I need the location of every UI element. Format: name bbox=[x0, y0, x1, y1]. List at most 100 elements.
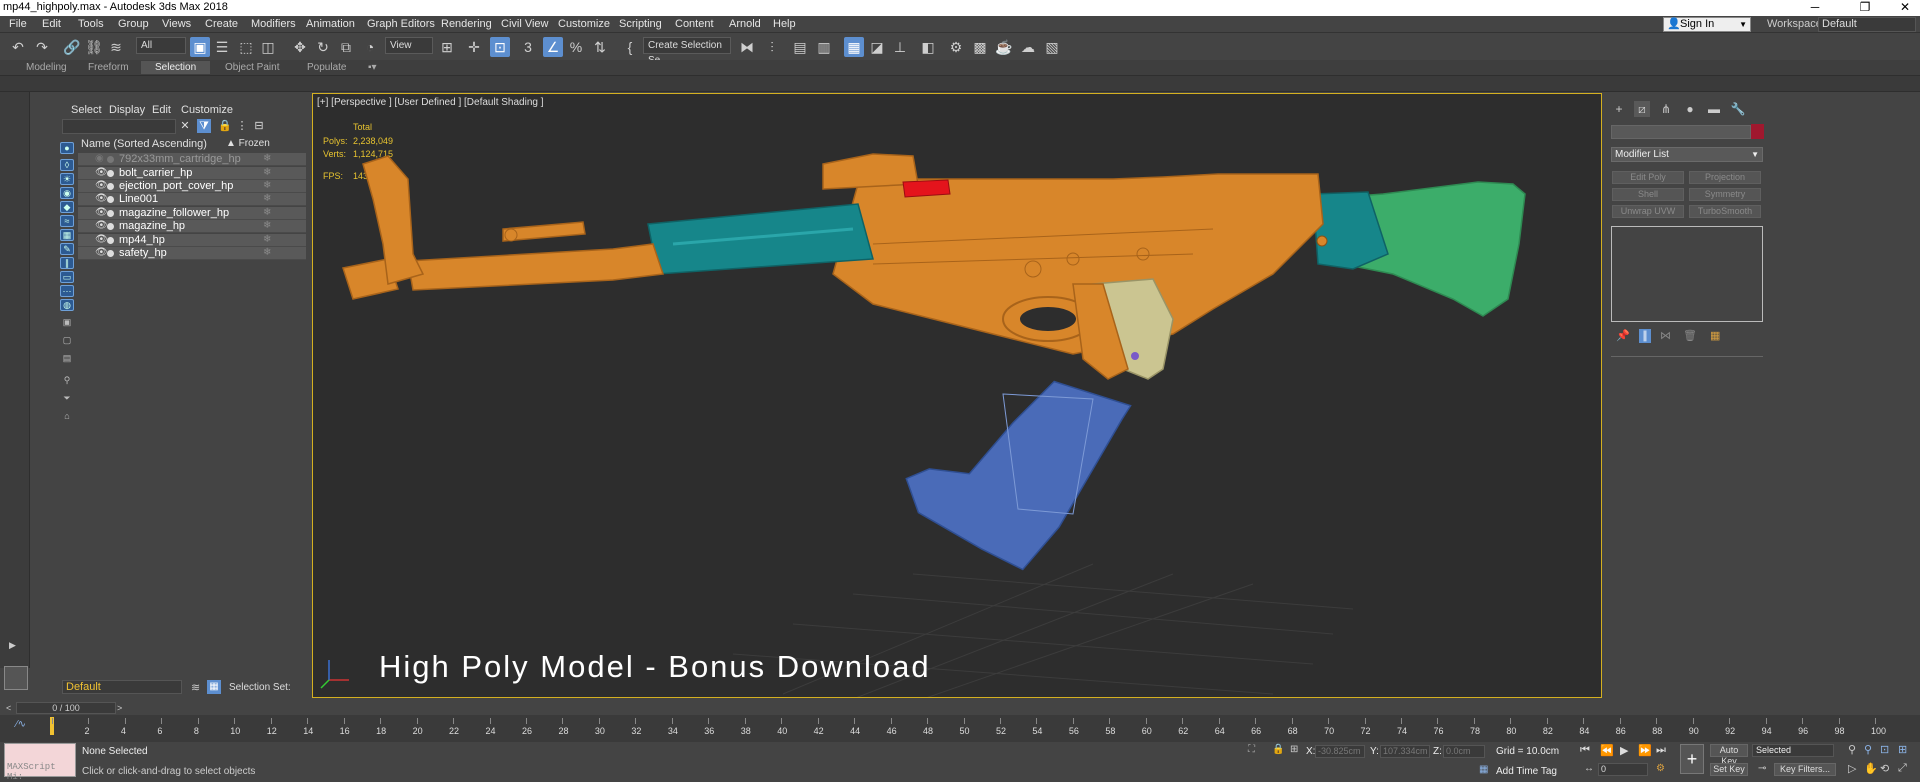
menu-create[interactable]: Create bbox=[205, 18, 238, 30]
toggle-scene-explorer-icon[interactable]: ▤ bbox=[790, 37, 810, 57]
filter-hidden-icon[interactable]: ◍ bbox=[60, 299, 74, 311]
filter-lights-icon[interactable]: ☀ bbox=[60, 173, 74, 185]
menu-scripting[interactable]: Scripting bbox=[619, 18, 662, 30]
menu-file[interactable]: File bbox=[9, 18, 27, 30]
modifier-stack[interactable] bbox=[1611, 226, 1763, 322]
window-crossing-icon[interactable]: ◫ bbox=[258, 37, 278, 57]
visibility-icon[interactable]: 👁 bbox=[95, 167, 108, 178]
menu-content[interactable]: Content bbox=[675, 18, 714, 30]
rectangular-selection-icon[interactable]: ⬚ bbox=[236, 37, 256, 57]
frozen-icon[interactable]: ❄ bbox=[263, 180, 271, 191]
mirror-icon[interactable]: ⧓ bbox=[737, 37, 757, 57]
object-name-field[interactable] bbox=[1611, 125, 1751, 139]
absolute-mode-icon[interactable]: ⊞ bbox=[1290, 744, 1298, 755]
go-to-end-icon[interactable]: ⏭ bbox=[1656, 744, 1666, 757]
current-frame-field[interactable]: 0 bbox=[1598, 763, 1648, 776]
invert-display-icon[interactable]: ▤ bbox=[60, 353, 74, 365]
time-tag-icon[interactable]: ▦ bbox=[1479, 764, 1488, 775]
menu-edit[interactable]: Edit bbox=[42, 18, 61, 30]
explorer-row[interactable]: 👁 magazine_follower_hp ❄ bbox=[78, 207, 306, 220]
filter-icon[interactable]: ⧩ bbox=[197, 119, 211, 133]
explorer-menu-display[interactable]: Display bbox=[109, 104, 145, 116]
render-production-icon[interactable]: ☕ bbox=[994, 37, 1014, 57]
remove-modifier-icon[interactable]: 🗑 bbox=[1683, 329, 1697, 342]
filter-shapes-icon[interactable]: ◊ bbox=[60, 159, 74, 171]
lock-icon[interactable]: 🔒 bbox=[218, 119, 232, 133]
key-mode-dropdown[interactable]: Selected bbox=[1752, 744, 1834, 757]
find-icon[interactable]: ⚲ bbox=[60, 375, 74, 387]
explorer-row[interactable]: ◉ 792x33mm_cartridge_hp ❄ bbox=[78, 153, 306, 166]
motion-tab-icon[interactable]: ● bbox=[1682, 101, 1698, 117]
panel-divider[interactable] bbox=[1611, 356, 1763, 357]
frozen-icon[interactable]: ❄ bbox=[263, 220, 271, 231]
shell-button[interactable]: Shell bbox=[1612, 188, 1684, 201]
column-frozen[interactable]: ▲ Frozen bbox=[226, 138, 270, 149]
pin-stack-icon[interactable]: 📌 bbox=[1616, 329, 1630, 342]
close-button[interactable]: ✕ bbox=[1890, 0, 1920, 16]
menu-tools[interactable]: Tools bbox=[78, 18, 104, 30]
projection-button[interactable]: Projection bbox=[1689, 171, 1761, 184]
ribbon-options-icon[interactable]: ▪▾ bbox=[368, 62, 377, 73]
render-in-cloud-icon[interactable]: ☁ bbox=[1018, 37, 1038, 57]
zoom-icon[interactable]: ⚲ bbox=[1848, 743, 1856, 756]
curve-editor-icon[interactable]: ◪ bbox=[867, 37, 887, 57]
zoom-extents-icon[interactable]: ⊡ bbox=[1880, 743, 1889, 756]
tab-object-paint[interactable]: Object Paint bbox=[225, 62, 279, 73]
pan-icon[interactable]: ✋ bbox=[1864, 762, 1878, 775]
auto-key-button[interactable]: Auto Key bbox=[1710, 744, 1748, 766]
schematic-view-icon[interactable]: ⊥ bbox=[890, 37, 910, 57]
menu-graph-editors[interactable]: Graph Editors bbox=[367, 18, 435, 30]
create-tab-icon[interactable]: + bbox=[1611, 101, 1627, 117]
maximize-button[interactable]: ❐ bbox=[1850, 0, 1880, 16]
mini-curve-editor-icon[interactable]: ⁄∿ bbox=[16, 719, 26, 730]
minimize-button[interactable]: ─ bbox=[1800, 0, 1830, 16]
modify-tab-icon[interactable]: ⧄ bbox=[1634, 101, 1650, 117]
hierarchy-icon[interactable]: ⋮ bbox=[235, 119, 249, 133]
menu-rendering[interactable]: Rendering bbox=[441, 18, 492, 30]
visibility-icon[interactable]: 👁 bbox=[95, 247, 108, 258]
explorer-menu-select[interactable]: Select bbox=[71, 104, 102, 116]
time-configuration-icon[interactable]: ⚙ bbox=[1656, 763, 1665, 774]
select-manipulate-icon[interactable]: ✛ bbox=[464, 37, 484, 57]
link-icon[interactable]: 🔗 bbox=[62, 37, 82, 57]
visibility-icon[interactable]: 👁 bbox=[95, 193, 108, 204]
unlink-icon[interactable]: ⛓ bbox=[84, 37, 104, 57]
explorer-menu-customize[interactable]: Customize bbox=[181, 104, 233, 116]
filter-geometry-icon[interactable]: ● bbox=[60, 142, 74, 154]
time-config-icon[interactable]: ↔ bbox=[1584, 763, 1594, 774]
hierarchy-tab-icon[interactable]: ⋔ bbox=[1658, 101, 1674, 117]
play-icon[interactable]: ▶ bbox=[1620, 744, 1628, 757]
frozen-icon[interactable]: ❄ bbox=[263, 193, 271, 204]
selection-filter-dropdown[interactable]: All bbox=[136, 37, 186, 54]
workspace-dropdown[interactable]: Default bbox=[1818, 17, 1916, 32]
previous-frame-icon[interactable]: ⏪ bbox=[1600, 744, 1614, 757]
menu-arnold[interactable]: Arnold bbox=[729, 18, 761, 30]
filter-bones-icon[interactable]: ∥ bbox=[60, 257, 74, 269]
menu-views[interactable]: Views bbox=[162, 18, 191, 30]
show-end-result-icon[interactable]: ∥ bbox=[1639, 329, 1651, 343]
material-editor-icon[interactable]: ◧ bbox=[918, 37, 938, 57]
zoom-extents-all-icon[interactable]: ⊞ bbox=[1898, 743, 1907, 756]
turbosmooth-button[interactable]: TurboSmooth bbox=[1689, 205, 1761, 218]
unwrap-uvw-button[interactable]: Unwrap UVW bbox=[1612, 205, 1684, 218]
filter-spacewarps-icon[interactable]: ≈ bbox=[60, 215, 74, 227]
place-icon[interactable]: ◔ bbox=[360, 37, 380, 57]
explorer-row[interactable]: 👁 bolt_carrier_hp ❄ bbox=[78, 167, 306, 180]
isolate-selection-icon[interactable]: ⛶ bbox=[1248, 744, 1255, 755]
named-selection-dropdown[interactable]: Create Selection Se bbox=[643, 37, 731, 66]
key-filters-button[interactable]: Key Filters... bbox=[1774, 763, 1836, 776]
frozen-icon[interactable]: ❄ bbox=[263, 234, 271, 245]
frozen-icon[interactable]: ❄ bbox=[263, 247, 271, 258]
visibility-icon[interactable]: 👁 bbox=[95, 207, 108, 218]
scale-icon[interactable]: ⧉ bbox=[336, 37, 356, 57]
explorer-row[interactable]: 👁 safety_hp ❄ bbox=[78, 247, 306, 260]
time-slider-next-icon[interactable]: > bbox=[117, 703, 122, 713]
object-color-swatch[interactable] bbox=[1751, 124, 1764, 139]
add-time-tag[interactable]: Add Time Tag bbox=[1496, 766, 1557, 777]
visibility-icon[interactable]: 👁 bbox=[95, 234, 108, 245]
configure-sets-icon[interactable]: ▦ bbox=[1710, 329, 1720, 342]
tab-selection[interactable]: Selection bbox=[141, 61, 211, 74]
visibility-icon[interactable]: 👁 bbox=[95, 220, 108, 231]
selection-set-icon[interactable]: ▦ bbox=[207, 680, 221, 694]
select-by-name-icon[interactable]: ☰ bbox=[212, 37, 232, 57]
